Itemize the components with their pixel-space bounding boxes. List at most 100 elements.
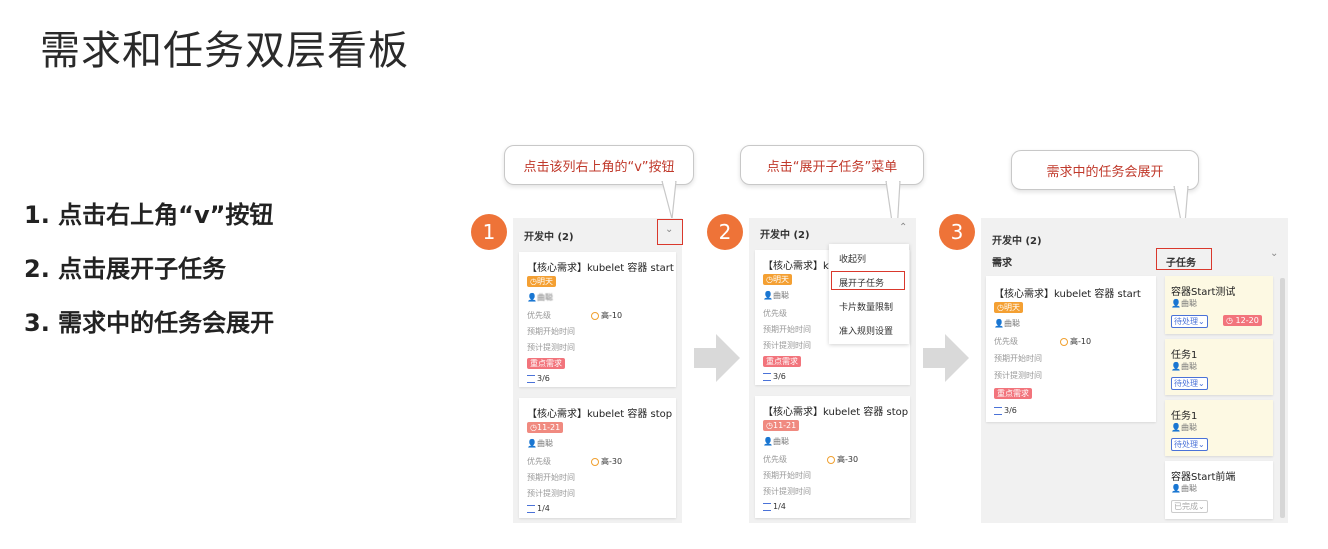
- due-date: 11-21: [536, 423, 561, 432]
- demand-card[interactable]: 【核心需求】kubelet 容器 start ◷明天 👤曲聪 优先级 高-10 …: [519, 252, 676, 387]
- plan-end-label: 预计提测时间: [527, 343, 575, 352]
- assignee-name: 曲聪: [536, 293, 553, 302]
- callout-tail-1: [661, 181, 677, 220]
- priority-icon: [591, 311, 599, 320]
- avatar-icon: 👤: [527, 293, 537, 302]
- priority-label: 优先级: [763, 309, 787, 318]
- kanban-column-panel-2: 开发中 (2) ⌃ 【核心需求】ku ◷明天 👤曲聪 优先级 预期开始时间 预计…: [749, 218, 916, 523]
- next-arrow-icon: [923, 334, 969, 382]
- assignee: 👤曲聪: [1171, 298, 1197, 309]
- chevron-down-icon[interactable]: ⌄: [1270, 248, 1278, 259]
- progress-text: 3/6: [537, 374, 550, 383]
- assignee: 👤曲聪: [1171, 361, 1197, 372]
- priority-text: 高-30: [837, 455, 859, 464]
- assignee: 👤曲聪: [1171, 483, 1197, 494]
- subtask-progress: 1/4: [527, 504, 550, 513]
- priority-label: 优先级: [527, 457, 551, 466]
- clock-icon: ◷: [766, 421, 773, 430]
- status-dropdown[interactable]: 待处理⌄: [1171, 315, 1208, 328]
- progress-text: 3/6: [1004, 406, 1017, 415]
- callout-text: 点击该列右上角的“v”按钮: [523, 159, 675, 175]
- avatar-icon: 👤: [1171, 423, 1181, 432]
- list-icon: [763, 502, 771, 511]
- plan-start-label: 预期开始时间: [994, 354, 1042, 363]
- step-3: 3. 需求中的任务会展开: [24, 309, 275, 337]
- highlight-box: [1156, 248, 1212, 270]
- due-date-badge: ◷明天: [763, 274, 792, 285]
- demand-card[interactable]: 【核心需求】kubelet 容器 start ◷明天 👤曲聪 优先级 高-10 …: [986, 276, 1156, 422]
- menu-item-entry-rules[interactable]: 准入规则设置: [839, 324, 893, 337]
- avatar-icon: 👤: [1171, 362, 1181, 371]
- demand-card[interactable]: 【核心需求】kubelet 容器 stop ◷11-21 👤曲聪 优先级 高-3…: [755, 396, 910, 518]
- subtask-card[interactable]: 任务1 👤曲聪 待处理⌄: [1165, 339, 1273, 395]
- highlight-box: [831, 271, 905, 290]
- priority-value: 高-30: [591, 456, 622, 467]
- assignee: 👤曲聪: [763, 290, 789, 301]
- status-dropdown[interactable]: 待处理⌄: [1171, 377, 1208, 390]
- assignee-name: 曲聪: [536, 439, 553, 448]
- due-date-badge: ◷11-21: [527, 422, 564, 433]
- subtask-card[interactable]: 容器Start前端 👤曲聪 已完成⌄: [1165, 461, 1273, 519]
- step-badge-2: 2: [707, 214, 743, 250]
- clock-icon: ◷: [530, 277, 537, 286]
- list-icon: [763, 372, 771, 381]
- progress-text: 1/4: [773, 502, 786, 511]
- assignee: 👤曲聪: [763, 436, 789, 447]
- tag-key-demand: 重点需求: [994, 388, 1032, 399]
- subtask-card[interactable]: 任务1 👤曲聪 待处理⌄: [1165, 400, 1273, 456]
- priority-text: 高-10: [601, 311, 623, 320]
- assignee-name: 曲聪: [1003, 319, 1020, 328]
- avatar-icon: 👤: [994, 319, 1004, 328]
- status-dropdown[interactable]: 待处理⌄: [1171, 438, 1208, 451]
- assignee-name: 曲聪: [1180, 484, 1197, 493]
- clock-icon: ◷: [1226, 316, 1233, 325]
- assignee-name: 曲聪: [1180, 299, 1197, 308]
- subtask-card[interactable]: 容器Start测试 👤曲聪 待处理⌄ ◷ 12-20: [1165, 276, 1273, 334]
- chevron-down-icon[interactable]: ⌄: [665, 224, 673, 235]
- kanban-column-panel-1: 开发中 (2) ⌄ 【核心需求】kubelet 容器 start ◷明天 👤曲聪…: [513, 218, 683, 523]
- assignee-name: 曲聪: [1180, 362, 1197, 371]
- subtask-progress: 3/6: [763, 372, 786, 381]
- card-title: 【核心需求】kubelet 容器 stop: [763, 407, 909, 418]
- step-badge-3: 3: [939, 214, 975, 250]
- due-date-badge: ◷明天: [527, 276, 556, 287]
- priority-label: 优先级: [527, 311, 551, 320]
- plan-start-label: 预期开始时间: [527, 327, 575, 336]
- column-title: 开发中 (2): [760, 230, 810, 241]
- status-dropdown[interactable]: 已完成⌄: [1171, 500, 1208, 513]
- plan-end-label: 预计提测时间: [763, 341, 811, 350]
- progress-text: 1/4: [537, 504, 550, 513]
- scrollbar[interactable]: [1280, 278, 1285, 518]
- assignee: 👤曲聪: [527, 438, 553, 449]
- chevron-down-icon: ⌄: [1198, 379, 1205, 388]
- due-date: 12-20: [1235, 316, 1259, 325]
- avatar-icon: 👤: [527, 439, 537, 448]
- chevron-up-icon[interactable]: ⌃: [899, 222, 907, 233]
- step-2: 2. 点击展开子任务: [24, 255, 227, 283]
- menu-item-card-limit[interactable]: 卡片数量限制: [839, 300, 893, 313]
- column-title: 开发中 (2): [992, 236, 1042, 247]
- due-date-badge: ◷明天: [994, 302, 1023, 313]
- priority-icon: [591, 457, 599, 466]
- plan-start-label: 预期开始时间: [527, 473, 575, 482]
- step-list: 1. 点击右上角“v”按钮 2. 点击展开子任务 3. 需求中的任务会展开: [24, 188, 274, 350]
- subtask-progress: 3/6: [527, 374, 550, 383]
- demand-card[interactable]: 【核心需求】kubelet 容器 stop ◷11-21 👤曲聪 优先级 高-3…: [519, 398, 676, 518]
- priority-icon: [1060, 337, 1068, 346]
- clock-icon: ◷: [766, 275, 773, 284]
- status-text: 已完成: [1174, 502, 1198, 511]
- step-badge-1: 1: [471, 214, 507, 250]
- demand-header: 需求: [992, 258, 1012, 269]
- priority-text: 高-30: [601, 457, 623, 466]
- card-title: 【核心需求】kubelet 容器 stop: [527, 409, 673, 420]
- menu-item-collapse[interactable]: 收起列: [839, 252, 866, 265]
- subtask-title: 任务1: [1171, 411, 1198, 422]
- column-title: 开发中 (2): [524, 232, 574, 243]
- clock-icon: ◷: [530, 423, 537, 432]
- status-text: 待处理: [1174, 440, 1198, 449]
- tag-key-demand: 重点需求: [763, 356, 801, 367]
- assignee-name: 曲聪: [772, 291, 789, 300]
- assignee: 👤曲聪: [994, 318, 1020, 329]
- priority-icon: [827, 455, 835, 464]
- callout-text: 点击“展开子任务”菜单: [766, 159, 898, 175]
